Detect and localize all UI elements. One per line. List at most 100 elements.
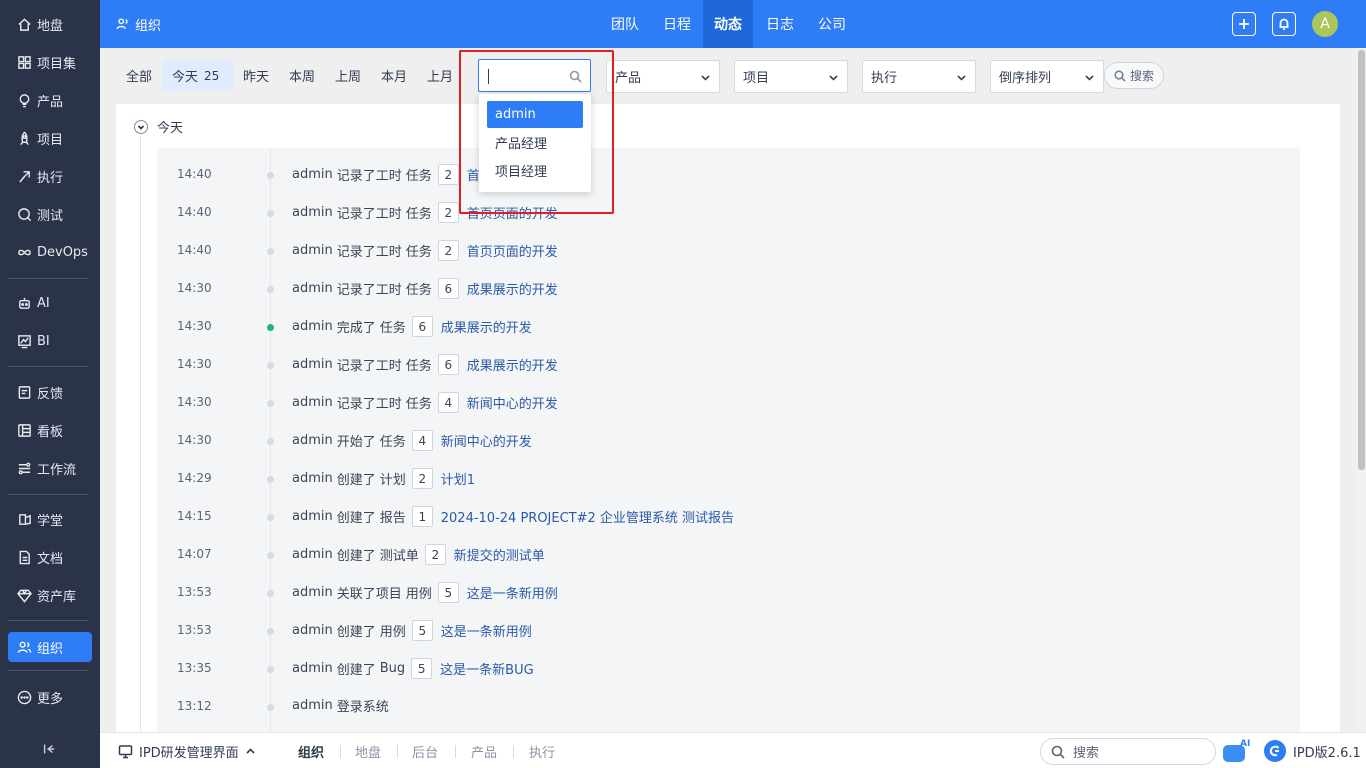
workflow-icon (16, 460, 32, 476)
tab-team[interactable]: 团队 (602, 0, 648, 48)
activity-object-link[interactable]: 成果展示的开发 (441, 317, 532, 336)
order-select-value: 倒序排列 (999, 71, 1052, 86)
ai-chat-button[interactable]: AI (1223, 739, 1255, 763)
bottom-tab-execution[interactable]: 执行 (529, 733, 555, 768)
sidebar-item-label: BI (37, 333, 50, 349)
activity-time: 14:30 (177, 319, 212, 333)
activity-time: 14:40 (177, 243, 212, 257)
sidebar-item-label: 文档 (37, 551, 64, 567)
bottom-tab-admin[interactable]: 后台 (412, 733, 438, 768)
bottom-tab-dashboard[interactable]: 地盘 (355, 733, 381, 768)
activity-content: admin 登录系统 (292, 696, 393, 715)
sidebar-item-label: 地盘 (37, 18, 64, 34)
sidebar-item-product[interactable]: 产品 (8, 85, 92, 115)
search-button[interactable]: 搜索 (1104, 62, 1164, 89)
activity-object-link[interactable]: 2024-10-24 PROJECT#2 企业管理系统 测试报告 (441, 507, 734, 526)
activity-actor: admin (292, 623, 333, 638)
activity-object-type: 任务 (405, 359, 432, 374)
activity-object-link[interactable]: 这是一条新BUG (440, 659, 534, 678)
activity-object-id: 5 (411, 620, 433, 641)
sidebar-item-label: 产品 (37, 94, 64, 110)
chevron-down-icon (700, 72, 711, 83)
filter-last-week[interactable]: 上周 (329, 60, 367, 91)
sidebar-item-label: 执行 (37, 170, 64, 186)
sidebar-item-school[interactable]: 学堂 (8, 504, 92, 534)
sidebar-item-more[interactable]: 更多 (8, 682, 92, 712)
app-switcher[interactable]: IPD研发管理界面 (118, 733, 256, 768)
collapse-day-toggle[interactable] (134, 120, 148, 134)
sidebar-item-assets[interactable]: 资产库 (8, 580, 92, 610)
activity-object-id: 4 (411, 430, 433, 451)
order-select[interactable]: 倒序排列 (990, 60, 1104, 93)
activity-object-type: 任务 (405, 283, 432, 298)
activity-object-link[interactable]: 这是一条新用例 (441, 621, 532, 640)
activity-action: 关联了项目 (336, 587, 402, 602)
sidebar-divider (8, 620, 88, 621)
sidebar-item-execution[interactable]: 执行 (8, 161, 92, 191)
activity-object-id: 2 (437, 164, 459, 185)
activity-row: 14:40admin记录了工时任务2首页页面的开发 (157, 156, 1300, 194)
sidebar-item-kanban[interactable]: 看板 (8, 415, 92, 445)
version-info[interactable]: IPD版2.6.1 (1264, 733, 1361, 768)
filter-today[interactable]: 今天 25 (162, 60, 233, 91)
filter-all[interactable]: 全部 (120, 60, 158, 91)
activity-content: admin记录了工时任务 2 首页页面的开发 (292, 240, 558, 261)
timeline-dot (267, 590, 274, 597)
test-icon (16, 206, 32, 222)
sidebar-item-dashboard[interactable]: 地盘 (8, 9, 92, 39)
activity-object-id: 6 (437, 354, 459, 375)
scrollbar-thumb[interactable] (1358, 50, 1365, 470)
filter-yesterday[interactable]: 昨天 (237, 60, 275, 91)
sidebar-item-feedback[interactable]: 反馈 (8, 377, 92, 407)
notification-button[interactable] (1272, 12, 1296, 36)
activity-action: 创建了 (336, 663, 376, 678)
activity-content: admin 记录了工时 任务 6 成果展示的开发 (292, 354, 558, 375)
filter-this-week[interactable]: 本周 (283, 60, 321, 91)
timeline-dot (267, 476, 274, 483)
project-select[interactable]: 项目 (734, 60, 848, 93)
sidebar-item-program[interactable]: 项目集 (8, 47, 92, 77)
product-select[interactable]: 产品 (606, 60, 720, 93)
activity-actor: admin (292, 698, 333, 713)
sidebar-item-devops[interactable]: DevOps (8, 237, 92, 267)
activity-object-link[interactable]: 成果展示的开发 (467, 279, 558, 298)
avatar[interactable]: A (1312, 11, 1338, 37)
sidebar-item-workflow[interactable]: 工作流 (8, 453, 92, 483)
global-search-input[interactable]: 搜索 (1040, 738, 1216, 765)
collapse-sidebar-icon[interactable] (38, 740, 60, 758)
activity-row: 13:12 admin 登录系统 (157, 688, 1300, 726)
sidebar-item-ai[interactable]: AI (8, 288, 92, 318)
page-title-text: 组织 (135, 18, 162, 34)
tab-schedule[interactable]: 日程 (654, 0, 700, 48)
sidebar-item-project[interactable]: 项目 (8, 123, 92, 153)
flag-icon (16, 168, 32, 184)
tab-dynamic[interactable]: 动态 (703, 0, 753, 48)
activity-object-link[interactable]: 这是一条新用例 (467, 583, 558, 602)
activity-object-link[interactable]: 首页页面的开发 (467, 241, 558, 260)
sidebar-item-org[interactable]: 组织 (8, 632, 92, 662)
bottom-tab-product[interactable]: 产品 (471, 733, 497, 768)
bottom-tab-org[interactable]: 组织 (298, 733, 324, 768)
infinity-icon (16, 244, 32, 260)
activity-time: 13:53 (177, 585, 212, 599)
sidebar-item-bi[interactable]: BI (8, 326, 92, 356)
activity-object-link[interactable]: 计划1 (441, 469, 475, 488)
tab-company[interactable]: 公司 (809, 0, 855, 48)
activity-object-type: 任务 (405, 397, 432, 412)
sidebar-item-test[interactable]: 测试 (8, 199, 92, 229)
filter-last-month[interactable]: 上月 (421, 60, 459, 91)
activity-object-link[interactable]: 新闻中心的开发 (467, 393, 558, 412)
sidebar-item-doc[interactable]: 文档 (8, 542, 92, 572)
activity-object-link[interactable]: 新提交的测试单 (454, 545, 545, 564)
project-select-value: 项目 (743, 71, 770, 86)
filter-this-month[interactable]: 本月 (375, 60, 413, 91)
day-timeline (140, 136, 141, 736)
activity-action: 记录了工时 (336, 207, 402, 222)
activity-action: 完成了 (336, 321, 376, 336)
activity-object-link[interactable]: 成果展示的开发 (467, 355, 558, 374)
tab-log[interactable]: 日志 (757, 0, 803, 48)
activity-object-link[interactable]: 新闻中心的开发 (441, 431, 532, 450)
add-button[interactable] (1232, 12, 1256, 36)
execution-select[interactable]: 执行 (862, 60, 976, 93)
sidebar-item-label: 测试 (37, 208, 64, 224)
